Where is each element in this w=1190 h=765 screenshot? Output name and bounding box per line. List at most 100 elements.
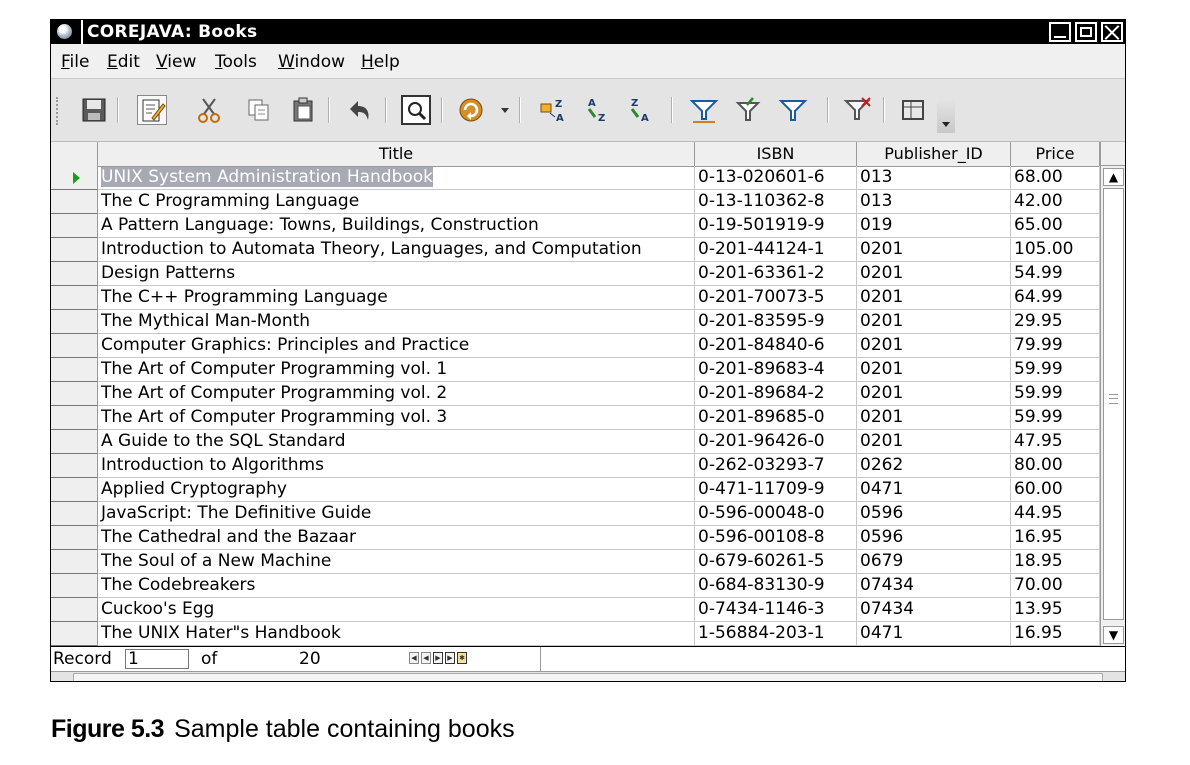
cell-publisher-id[interactable]: 0596: [857, 502, 1011, 526]
cell-title[interactable]: The Art of Computer Programming vol. 1: [98, 358, 695, 382]
table-row[interactable]: A Pattern Language: Towns, Buildings, Co…: [51, 214, 1100, 238]
row-selector[interactable]: [51, 526, 98, 550]
cell-title[interactable]: JavaScript: The Definitive Guide: [98, 502, 695, 526]
cell-price[interactable]: 59.99: [1011, 358, 1100, 382]
cell-title[interactable]: The Soul of a New Machine: [98, 550, 695, 574]
horizontal-scroll-thumb[interactable]: [73, 673, 1103, 681]
cell-title[interactable]: The Mythical Man-Month: [98, 310, 695, 334]
table-row[interactable]: The C++ Programming Language 0-201-70073-…: [51, 286, 1100, 310]
cell-isbn[interactable]: 0-13-020601-6: [695, 166, 857, 190]
sort-descending-icon[interactable]: ZA: [625, 95, 655, 125]
cell-publisher-id[interactable]: 019: [857, 214, 1011, 238]
cell-isbn[interactable]: 0-13-110362-8: [695, 190, 857, 214]
row-selector[interactable]: [51, 454, 98, 478]
cell-title[interactable]: The C Programming Language: [98, 190, 695, 214]
apply-filter-icon[interactable]: [778, 95, 808, 125]
cell-price[interactable]: 79.99: [1011, 334, 1100, 358]
cell-publisher-id[interactable]: 0201: [857, 382, 1011, 406]
cell-isbn[interactable]: 0-262-03293-7: [695, 454, 857, 478]
cell-title[interactable]: The Art of Computer Programming vol. 2: [98, 382, 695, 406]
cell-isbn[interactable]: 0-201-89683-4: [695, 358, 857, 382]
find-record-icon[interactable]: [401, 95, 431, 125]
sort-icon[interactable]: ZA: [538, 95, 568, 125]
row-selector[interactable]: [51, 334, 98, 358]
table-row[interactable]: The Mythical Man-Month 0-201-83595-9 0201 2…: [51, 310, 1100, 334]
row-selector[interactable]: [51, 430, 98, 454]
cell-price[interactable]: 16.95: [1011, 526, 1100, 550]
cell-price[interactable]: 13.95: [1011, 598, 1100, 622]
menu-file[interactable]: File: [61, 52, 89, 72]
row-selector[interactable]: [51, 622, 98, 646]
paste-icon[interactable]: [289, 95, 319, 125]
minimize-icon[interactable]: [1049, 22, 1071, 42]
close-icon[interactable]: [1101, 22, 1123, 42]
cell-price[interactable]: 54.99: [1011, 262, 1100, 286]
cell-title[interactable]: A Guide to the SQL Standard: [98, 430, 695, 454]
data-to-text-icon[interactable]: [899, 95, 929, 125]
toolbar-overflow[interactable]: [937, 99, 955, 133]
cell-price[interactable]: 80.00: [1011, 454, 1100, 478]
column-header-isbn[interactable]: ISBN: [695, 142, 857, 166]
cell-isbn[interactable]: 0-201-96426-0: [695, 430, 857, 454]
row-selector[interactable]: [51, 598, 98, 622]
cell-title[interactable]: The Cathedral and the Bazaar: [98, 526, 695, 550]
cell-publisher-id[interactable]: 07434: [857, 598, 1011, 622]
cell-price[interactable]: 68.00: [1011, 166, 1100, 190]
row-selector[interactable]: [51, 262, 98, 286]
cell-title[interactable]: Applied Cryptography: [98, 478, 695, 502]
cell-publisher-id[interactable]: 0471: [857, 478, 1011, 502]
last-record-icon[interactable]: ▶: [445, 652, 455, 664]
cell-isbn[interactable]: 1-56884-203-1: [695, 622, 857, 646]
row-selector[interactable]: [51, 190, 98, 214]
cell-isbn[interactable]: 0-7434-1146-3: [695, 598, 857, 622]
menu-window[interactable]: Window: [278, 52, 345, 72]
cell-publisher-id[interactable]: 0201: [857, 262, 1011, 286]
table-row[interactable]: The Art of Computer Programming vol. 3 0-…: [51, 406, 1100, 430]
cell-title[interactable]: Computer Graphics: Principles and Practi…: [98, 334, 695, 358]
row-selector[interactable]: [51, 382, 98, 406]
refresh-dropdown-icon[interactable]: [501, 108, 509, 113]
table-row[interactable]: The Codebreakers 0-684-83130-9 07434 70.00: [51, 574, 1100, 598]
cut-icon[interactable]: [194, 95, 224, 125]
row-selector[interactable]: [51, 550, 98, 574]
maximize-icon[interactable]: [1075, 22, 1097, 42]
row-selector[interactable]: [51, 310, 98, 334]
cell-title[interactable]: The Codebreakers: [98, 574, 695, 598]
row-selector[interactable]: [51, 502, 98, 526]
cell-publisher-id[interactable]: 013: [857, 166, 1011, 190]
cell-price[interactable]: 18.95: [1011, 550, 1100, 574]
cell-publisher-id[interactable]: 0262: [857, 454, 1011, 478]
horizontal-scrollbar[interactable]: [51, 671, 1125, 681]
cell-isbn[interactable]: 0-684-83130-9: [695, 574, 857, 598]
cell-title[interactable]: The Art of Computer Programming vol. 3: [98, 406, 695, 430]
cell-isbn[interactable]: 0-201-83595-9: [695, 310, 857, 334]
edit-data-icon[interactable]: [137, 95, 167, 125]
table-row[interactable]: UNIX System Administration Handbook 0-13-…: [51, 166, 1100, 190]
table-row[interactable]: The Art of Computer Programming vol. 2 0-…: [51, 382, 1100, 406]
standard-filter-icon[interactable]: [733, 95, 763, 125]
scroll-up-icon[interactable]: ▲: [1103, 168, 1124, 186]
cell-title[interactable]: The C++ Programming Language: [98, 286, 695, 310]
cell-publisher-id[interactable]: 0201: [857, 334, 1011, 358]
cell-isbn[interactable]: 0-201-84840-6: [695, 334, 857, 358]
cell-isbn[interactable]: 0-201-89684-2: [695, 382, 857, 406]
cell-price[interactable]: 64.99: [1011, 286, 1100, 310]
table-row[interactable]: Introduction to Automata Theory, Languag…: [51, 238, 1100, 262]
cell-publisher-id[interactable]: 0471: [857, 622, 1011, 646]
cell-price[interactable]: 105.00: [1011, 238, 1100, 262]
autofilter-icon[interactable]: [689, 95, 719, 125]
menu-help[interactable]: Help: [361, 52, 400, 72]
row-selector[interactable]: [51, 214, 98, 238]
cell-price[interactable]: 42.00: [1011, 190, 1100, 214]
column-header-publisher-id[interactable]: Publisher_ID: [857, 142, 1011, 166]
cell-title[interactable]: UNIX System Administration Handbook: [98, 166, 695, 190]
cell-publisher-id[interactable]: 0201: [857, 286, 1011, 310]
cell-price[interactable]: 44.95: [1011, 502, 1100, 526]
remove-filter-icon[interactable]: [843, 95, 873, 125]
record-number-field[interactable]: 1: [125, 649, 189, 669]
row-selector[interactable]: [51, 478, 98, 502]
globe-icon[interactable]: [57, 24, 72, 39]
cell-isbn[interactable]: 0-201-89685-0: [695, 406, 857, 430]
table-row[interactable]: Introduction to Algorithms 0-262-03293-7 0…: [51, 454, 1100, 478]
table-row[interactable]: JavaScript: The Definitive Guide 0-596-00…: [51, 502, 1100, 526]
